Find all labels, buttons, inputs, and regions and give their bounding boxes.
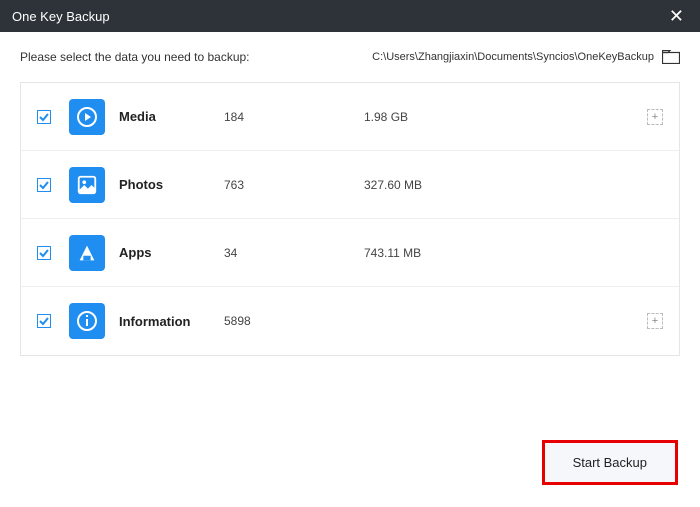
category-count: 5898 bbox=[224, 314, 364, 328]
expand-button[interactable]: + bbox=[647, 109, 663, 125]
titlebar: One Key Backup ✕ bbox=[0, 0, 700, 32]
category-label: Media bbox=[119, 109, 224, 124]
category-count: 763 bbox=[224, 178, 364, 192]
category-count: 34 bbox=[224, 246, 364, 260]
content: Please select the data you need to backu… bbox=[0, 32, 700, 356]
path-wrap: C:\Users\Zhangjiaxin\Documents\Syncios\O… bbox=[372, 50, 680, 64]
backup-path: C:\Users\Zhangjiaxin\Documents\Syncios\O… bbox=[372, 51, 654, 63]
list-item: Media 184 1.98 GB + bbox=[21, 83, 679, 151]
category-label: Information bbox=[119, 314, 224, 329]
checkbox-photos[interactable] bbox=[37, 178, 51, 192]
prompt-text: Please select the data you need to backu… bbox=[20, 50, 250, 64]
top-row: Please select the data you need to backu… bbox=[20, 50, 680, 64]
check-icon bbox=[39, 180, 49, 190]
category-label: Photos bbox=[119, 177, 224, 192]
checkbox-media[interactable] bbox=[37, 110, 51, 124]
media-icon bbox=[69, 99, 105, 135]
expand-button[interactable]: + bbox=[647, 313, 663, 329]
list-item: Photos 763 327.60 MB bbox=[21, 151, 679, 219]
checkbox-information[interactable] bbox=[37, 314, 51, 328]
photos-icon bbox=[69, 167, 105, 203]
list-item: Information 5898 + bbox=[21, 287, 679, 355]
category-label: Apps bbox=[119, 245, 224, 260]
check-icon bbox=[39, 316, 49, 326]
window-title: One Key Backup bbox=[12, 9, 110, 24]
category-count: 184 bbox=[224, 110, 364, 124]
start-backup-button[interactable]: Start Backup bbox=[542, 440, 678, 485]
category-size: 327.60 MB bbox=[364, 178, 663, 192]
browse-folder-button[interactable] bbox=[662, 50, 680, 64]
check-icon bbox=[39, 112, 49, 122]
information-icon bbox=[69, 303, 105, 339]
list-item: Apps 34 743.11 MB bbox=[21, 219, 679, 287]
category-list: Media 184 1.98 GB + Photos 763 327.60 MB bbox=[20, 82, 680, 356]
category-size: 1.98 GB bbox=[364, 110, 647, 124]
footer: Start Backup bbox=[542, 440, 678, 485]
category-size: 743.11 MB bbox=[364, 246, 663, 260]
check-icon bbox=[39, 248, 49, 258]
checkbox-apps[interactable] bbox=[37, 246, 51, 260]
apps-icon bbox=[69, 235, 105, 271]
folder-icon bbox=[662, 50, 680, 64]
close-icon[interactable]: ✕ bbox=[665, 6, 688, 27]
